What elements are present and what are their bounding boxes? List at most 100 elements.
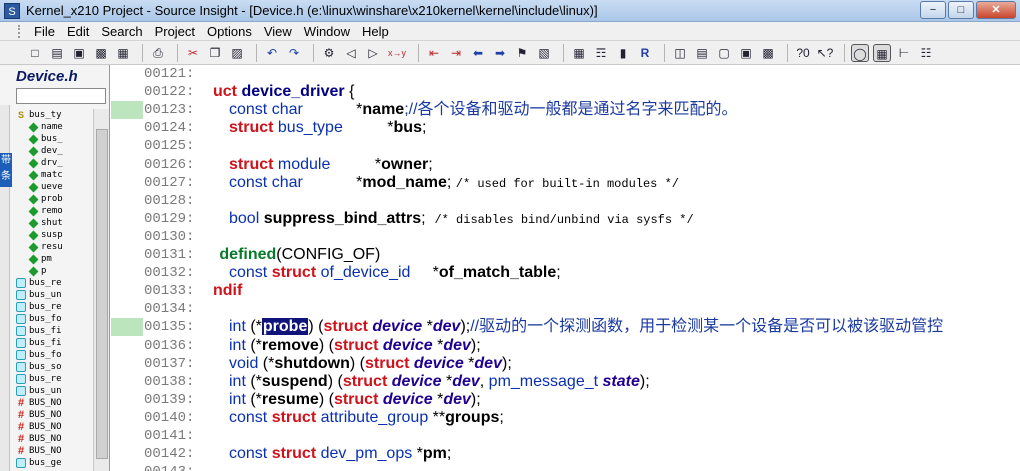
- menu-edit[interactable]: Edit: [61, 24, 95, 39]
- close-button[interactable]: ✕: [976, 1, 1016, 19]
- lookup-icon[interactable]: ☶: [592, 44, 610, 62]
- nav-back-icon[interactable]: ⬅: [469, 44, 487, 62]
- find-icon[interactable]: ⚙: [320, 44, 338, 62]
- source-insight-app-icon[interactable]: S: [4, 3, 20, 19]
- maximize-button[interactable]: □: [948, 1, 974, 19]
- code-line[interactable]: 00135: int (*probe) (struct device *dev);…: [111, 318, 1020, 337]
- close-file-icon[interactable]: ▦: [114, 44, 132, 62]
- jump-back-icon[interactable]: ⇤: [425, 44, 443, 62]
- code-line[interactable]: 00126: struct module *owner;: [111, 156, 1020, 174]
- code-line[interactable]: 00121:: [111, 65, 1020, 83]
- symbol-list-item[interactable]: pm: [16, 253, 92, 265]
- symbol-info-icon[interactable]: ▧: [535, 44, 553, 62]
- save-all-icon[interactable]: ▩: [92, 44, 110, 62]
- symbol-window-icon[interactable]: ▢: [715, 44, 733, 62]
- symbol-list-item[interactable]: bus_re: [16, 301, 92, 313]
- code-line[interactable]: 00139: int (*resume) (struct device *dev)…: [111, 391, 1020, 409]
- code-line[interactable]: 00138: int (*suspend) (struct device *dev…: [111, 373, 1020, 391]
- symbol-scrollbar[interactable]: [93, 109, 109, 471]
- reference-icon[interactable]: ▮: [614, 44, 632, 62]
- symbol-list-item[interactable]: bus_: [16, 133, 92, 145]
- symbol-list-item[interactable]: bus_re: [16, 277, 92, 289]
- symbol-list-item[interactable]: susp: [16, 229, 92, 241]
- paste-icon[interactable]: ▨: [228, 44, 246, 62]
- cut-icon[interactable]: ✂: [184, 44, 202, 62]
- menu-options[interactable]: Options: [201, 24, 258, 39]
- symbol-list-item[interactable]: Sbus_ty: [16, 109, 92, 121]
- menu-project[interactable]: Project: [149, 24, 201, 39]
- copy-icon[interactable]: ❐: [206, 44, 224, 62]
- find-prev-icon[interactable]: ◁: [342, 44, 360, 62]
- symbol-list-item[interactable]: bus_so: [16, 361, 92, 373]
- more-icon[interactable]: ☷: [917, 44, 935, 62]
- symbol-list-item[interactable]: bus_fo: [16, 313, 92, 325]
- context-window-toggle-icon[interactable]: ◯: [851, 43, 869, 62]
- new-file-icon[interactable]: □: [26, 44, 44, 62]
- code-editor[interactable]: 00121: 00122: uct device_driver {00123: con…: [111, 65, 1020, 471]
- redo-icon[interactable]: ↷: [285, 44, 303, 62]
- graph-icon[interactable]: ⊢: [895, 44, 913, 62]
- symbol-list-item[interactable]: name: [16, 121, 92, 133]
- relation-icon[interactable]: ?0: [794, 44, 812, 62]
- code-line[interactable]: 00122: uct device_driver {: [111, 83, 1020, 101]
- sidebar-badge[interactable]: 带条: [0, 153, 12, 187]
- code-line[interactable]: 00142: const struct dev_pm_ops *pm;: [111, 445, 1020, 463]
- code-line[interactable]: 00136: int (*remove) (struct device *dev)…: [111, 337, 1020, 355]
- open-folder-icon[interactable]: ▤: [48, 44, 66, 62]
- menu-file[interactable]: File: [28, 24, 61, 39]
- symbol-list-item[interactable]: prob: [16, 193, 92, 205]
- code-line[interactable]: 00137: void (*shutdown) (struct device *d…: [111, 355, 1020, 373]
- symbol-list-item[interactable]: # BUS_NO: [16, 397, 92, 409]
- symbol-list-item[interactable]: bus_un: [16, 385, 92, 397]
- code-line[interactable]: 00129: bool suppress_bind_attrs; /* disab…: [111, 210, 1020, 228]
- save-icon[interactable]: ▣: [70, 44, 88, 62]
- symbol-list-item[interactable]: bus_re: [16, 373, 92, 385]
- undo-icon[interactable]: ↶: [263, 44, 281, 62]
- cascade-icon[interactable]: ▤: [693, 44, 711, 62]
- symbol-list-item[interactable]: bus_un: [16, 289, 92, 301]
- code-line[interactable]: 00133: ndif: [111, 282, 1020, 300]
- context-icon[interactable]: ▩: [759, 44, 777, 62]
- symbol-list-item[interactable]: remo: [16, 205, 92, 217]
- code-line[interactable]: 00127: const char *mod_name; /* used for …: [111, 174, 1020, 192]
- symbol-search-input[interactable]: [16, 88, 106, 104]
- symbol-list-item[interactable]: bus_fi: [16, 337, 92, 349]
- symbol-list-item[interactable]: # BUS_NO: [16, 409, 92, 421]
- bookmark-icon[interactable]: ⚑: [513, 44, 531, 62]
- references-icon[interactable]: ▦: [570, 44, 588, 62]
- code-line[interactable]: 00132: const struct of_device_id *of_matc…: [111, 264, 1020, 282]
- symbol-list-item[interactable]: # BUS_NO: [16, 445, 92, 457]
- menu-help[interactable]: Help: [356, 24, 395, 39]
- menu-window[interactable]: Window: [298, 24, 356, 39]
- nav-forward-icon[interactable]: ➡: [491, 44, 509, 62]
- menu-search[interactable]: Search: [95, 24, 148, 39]
- symbol-list-item[interactable]: p: [16, 265, 92, 277]
- code-line[interactable]: 00124: struct bus_type *bus;: [111, 119, 1020, 137]
- find-next-icon[interactable]: ▷: [364, 44, 382, 62]
- code-line[interactable]: 00141:: [111, 427, 1020, 445]
- symbol-list-item[interactable]: drv_: [16, 157, 92, 169]
- menu-grip-icon[interactable]: [18, 24, 24, 38]
- code-line[interactable]: 00134:: [111, 300, 1020, 318]
- code-line[interactable]: 00143:: [111, 463, 1020, 471]
- symbol-list-item[interactable]: resu: [16, 241, 92, 253]
- relation-window-toggle-icon[interactable]: ▦: [873, 43, 891, 62]
- scrollbar-thumb[interactable]: [96, 129, 108, 459]
- code-line[interactable]: 00123: const char *name;//各个设备和驱动一般都是通过名字…: [111, 101, 1020, 120]
- tile-icon[interactable]: ◫: [671, 44, 689, 62]
- symbol-list-item[interactable]: shut: [16, 217, 92, 229]
- menu-view[interactable]: View: [258, 24, 298, 39]
- code-line[interactable]: 00131: defined(CONFIG_OF): [111, 246, 1020, 264]
- code-line[interactable]: 00125:: [111, 137, 1020, 155]
- symbol-list-item[interactable]: matc: [16, 169, 92, 181]
- symbol-list-item[interactable]: bus_fo: [16, 349, 92, 361]
- replace-icon[interactable]: x→y: [386, 44, 408, 62]
- symbol-list-item[interactable]: # BUS_NO: [16, 421, 92, 433]
- symbol-list-item[interactable]: ueve: [16, 181, 92, 193]
- help-mode-icon[interactable]: ▣: [737, 44, 755, 62]
- minimize-button[interactable]: −: [920, 1, 946, 19]
- jump-forward-icon[interactable]: ⇥: [447, 44, 465, 62]
- symbol-list-item[interactable]: bus_ge: [16, 457, 92, 469]
- code-line[interactable]: 00140: const struct attribute_group **gro…: [111, 409, 1020, 427]
- symbol-list-item[interactable]: bus_fi: [16, 325, 92, 337]
